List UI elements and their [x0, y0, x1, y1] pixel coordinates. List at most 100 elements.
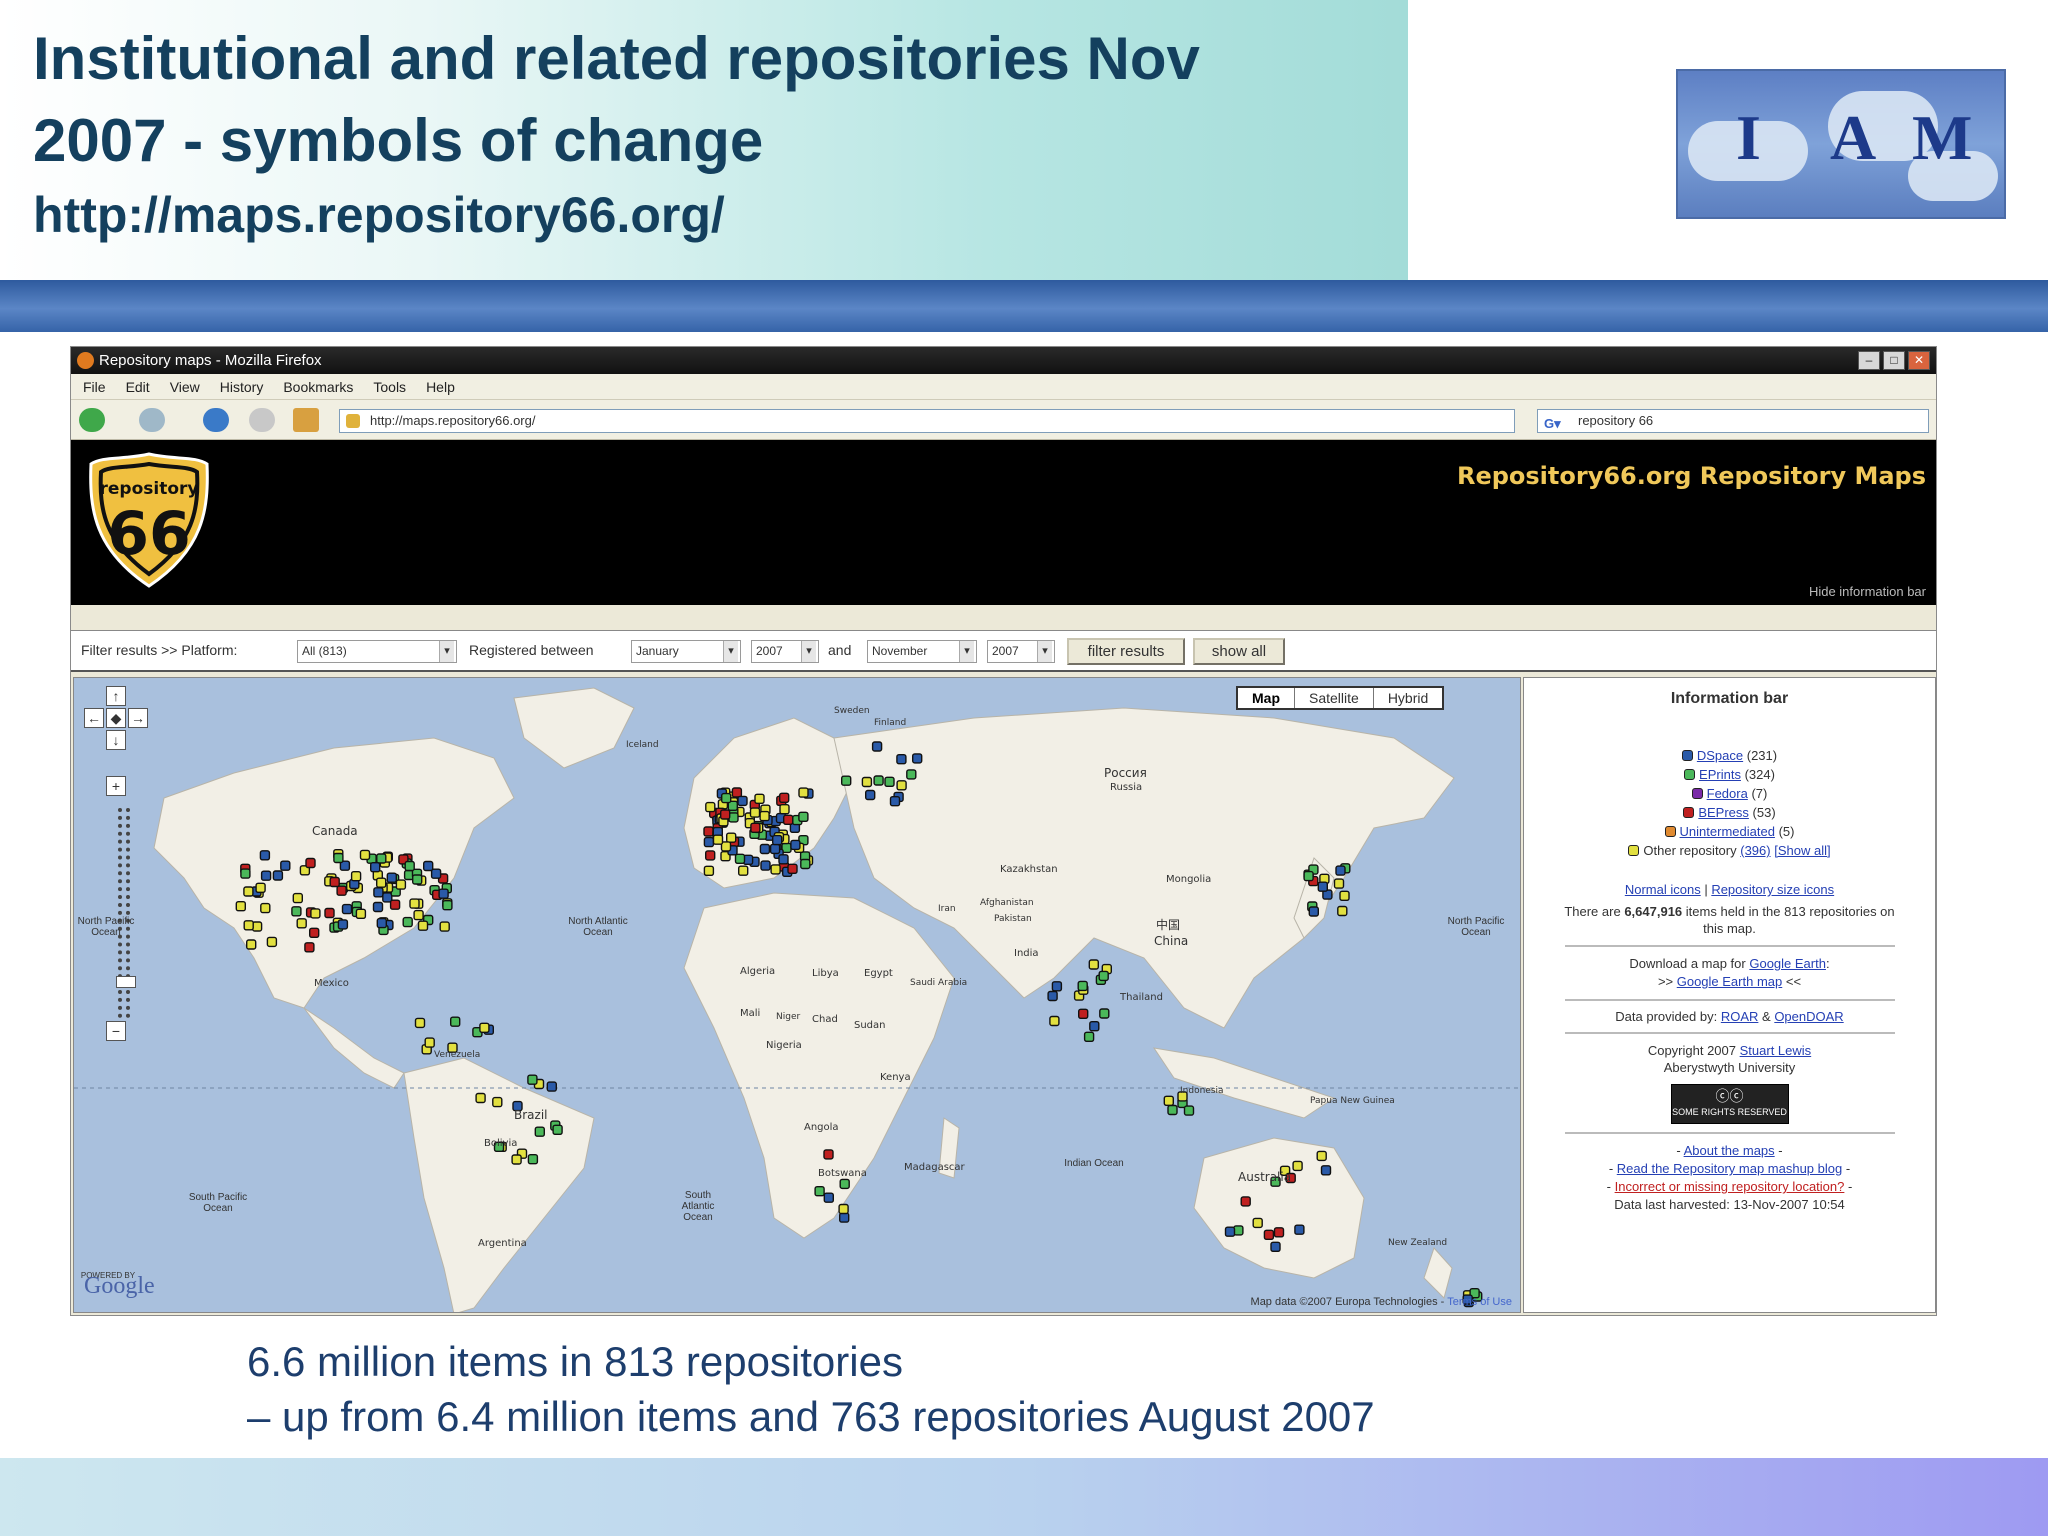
repository-marker[interactable] [906, 769, 917, 780]
repository-marker[interactable] [1303, 870, 1314, 882]
platform-select[interactable]: All (813) [297, 640, 457, 663]
to-year-select[interactable]: 2007 [987, 640, 1055, 663]
repository-marker[interactable] [534, 1126, 545, 1137]
repository-marker[interactable] [373, 887, 384, 898]
repository-marker[interactable] [787, 863, 798, 875]
map-type-hybrid[interactable]: Hybrid [1372, 688, 1442, 708]
repository-marker[interactable] [1252, 1217, 1263, 1229]
repository-marker[interactable] [1167, 1104, 1178, 1116]
repository-marker[interactable] [492, 1096, 503, 1108]
repository-marker[interactable] [737, 795, 748, 807]
repository-marker[interactable] [839, 1178, 850, 1190]
maximize-button[interactable]: □ [1883, 351, 1905, 370]
repository-marker[interactable] [703, 826, 714, 837]
repository-marker[interactable] [705, 801, 716, 813]
map-type-map[interactable]: Map [1238, 688, 1294, 708]
repository-marker[interactable] [871, 741, 883, 752]
repository-marker[interactable] [712, 834, 724, 845]
filter-results-button[interactable]: filter results [1067, 638, 1185, 665]
repository-marker[interactable] [1317, 881, 1329, 892]
repository-marker[interactable] [1273, 1227, 1285, 1238]
repository-marker[interactable] [372, 901, 384, 913]
repository-marker[interactable] [402, 916, 413, 928]
terms-of-use-link[interactable]: Terms of Use [1447, 1296, 1512, 1308]
repository-marker[interactable] [798, 811, 809, 823]
stop-icon[interactable] [249, 408, 275, 432]
repository-marker[interactable] [412, 874, 423, 885]
repository-marker[interactable] [251, 921, 263, 932]
repository-marker[interactable] [865, 789, 876, 801]
repository-marker[interactable] [703, 836, 715, 848]
repository-marker[interactable] [430, 868, 442, 879]
about-maps-link[interactable]: About the maps [1684, 1143, 1775, 1158]
repository-marker[interactable] [235, 900, 247, 912]
repository-marker[interactable] [1233, 1225, 1244, 1236]
repository-marker[interactable] [823, 1149, 834, 1160]
incorrect-location-link[interactable]: Incorrect or missing repository location… [1615, 1179, 1845, 1194]
menu-file[interactable]: File [83, 374, 106, 399]
repository-marker[interactable] [310, 908, 321, 919]
repository-marker[interactable] [1098, 970, 1109, 982]
repository-marker[interactable] [912, 753, 923, 764]
repository-marker[interactable] [329, 876, 340, 888]
repository-marker[interactable] [376, 853, 387, 864]
google-earth-link[interactable]: Google Earth [1749, 956, 1826, 971]
legend-fedora-link[interactable]: Fedora [1707, 786, 1748, 801]
repository-marker[interactable] [838, 1203, 849, 1215]
repository-marker[interactable] [243, 886, 254, 897]
zoom-in-button[interactable]: + [106, 776, 126, 796]
map-type-satellite[interactable]: Satellite [1294, 688, 1373, 708]
repository-marker[interactable] [1088, 959, 1099, 970]
repository-marker[interactable] [389, 899, 401, 910]
repository-marker[interactable] [779, 803, 790, 815]
repository-marker[interactable] [1270, 1241, 1281, 1252]
back-icon[interactable] [79, 408, 105, 432]
repository-marker[interactable] [414, 1017, 426, 1029]
menu-view[interactable]: View [170, 374, 200, 399]
repository-marker[interactable] [884, 776, 895, 788]
repository-marker[interactable] [1320, 1165, 1332, 1176]
repository-marker[interactable] [839, 1212, 850, 1223]
repository-marker[interactable] [546, 1081, 557, 1092]
repository-marker[interactable] [475, 1092, 486, 1104]
pan-left-button[interactable]: ← [84, 708, 104, 728]
home-icon[interactable] [293, 408, 319, 432]
repository-marker[interactable] [479, 1022, 490, 1033]
repository-marker[interactable] [260, 902, 271, 914]
repository-marker[interactable] [1263, 1229, 1275, 1240]
repository-marker[interactable] [272, 870, 284, 881]
repository-marker[interactable] [1047, 990, 1058, 1002]
repository-marker[interactable] [1333, 878, 1345, 889]
repository-marker[interactable] [749, 807, 761, 818]
repository-marker[interactable] [404, 860, 415, 872]
repository-marker[interactable] [336, 885, 347, 896]
repository-marker[interactable] [1083, 1031, 1095, 1042]
repository-marker[interactable] [376, 877, 387, 888]
repository-marker[interactable] [772, 834, 783, 846]
repository-marker[interactable] [1163, 1095, 1175, 1106]
roar-link[interactable]: ROAR [1721, 1009, 1759, 1024]
repository-marker[interactable] [760, 860, 771, 871]
repository-marker[interactable] [292, 892, 304, 904]
zoom-slider-knob[interactable] [116, 976, 136, 988]
menu-bookmarks[interactable]: Bookmarks [283, 374, 353, 399]
pan-up-button[interactable]: ↑ [106, 686, 126, 706]
legend-other-count[interactable]: (396) [1740, 843, 1770, 858]
repository-marker[interactable] [1077, 980, 1088, 992]
search-box[interactable]: G▾ repository 66 [1537, 409, 1929, 433]
legend-dspace-link[interactable]: DSpace [1697, 748, 1743, 763]
size-icons-link[interactable]: Repository size icons [1711, 882, 1834, 897]
repository-marker[interactable] [1308, 906, 1320, 917]
repository-marker[interactable] [255, 882, 266, 894]
minimize-button[interactable]: – [1858, 351, 1880, 370]
hide-information-bar-link[interactable]: Hide information bar [1809, 584, 1926, 599]
repository-marker[interactable] [308, 927, 320, 939]
repository-marker[interactable] [527, 1154, 539, 1165]
repository-marker[interactable] [896, 780, 907, 791]
from-year-select[interactable]: 2007 [751, 640, 819, 663]
repository-marker[interactable] [778, 854, 789, 865]
repository-marker[interactable] [1292, 1160, 1303, 1172]
repository-marker[interactable] [395, 879, 407, 890]
repository-marker[interactable] [417, 920, 429, 931]
repository-marker[interactable] [1183, 1105, 1195, 1116]
